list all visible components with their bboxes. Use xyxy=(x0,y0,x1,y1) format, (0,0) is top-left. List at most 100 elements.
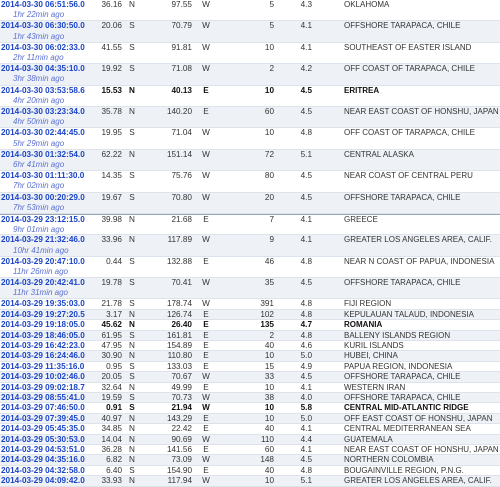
region-cell: OFF COAST OF TARAPACA, CHILE xyxy=(344,128,475,138)
datetime-link[interactable]: 2014-03-30 01:32:54.0 xyxy=(1,150,86,160)
time-ago: 7hr 53min ago xyxy=(13,202,65,212)
longitude-cell: 151.14 xyxy=(166,149,192,159)
table-row[interactable]: 2014-03-29 04:53:51.0 36.28 N 141.56 E 6… xyxy=(0,444,500,456)
table-row[interactable]: 2014-03-30 06:02:33.0 2hr 11min ago 41.5… xyxy=(0,43,500,65)
region-cell: OFFSHORE TARAPACA, CHILE xyxy=(344,192,461,202)
table-row[interactable]: 2014-03-30 00:20:29.0 7hr 53min ago 19.6… xyxy=(0,192,500,214)
datetime-link[interactable]: 2014-03-29 23:12:15.0 xyxy=(1,215,86,225)
datetime-link[interactable]: 2014-03-29 04:09:42.0 xyxy=(1,476,86,486)
datetime-cell: 2014-03-29 04:32:58.0 xyxy=(0,466,86,476)
datetime-cell: 2014-03-29 23:12:15.0 9hr 01min ago xyxy=(0,215,86,235)
datetime-link[interactable]: 2014-03-30 02:44:45.0 xyxy=(1,128,86,138)
datetime-link[interactable]: 2014-03-30 03:23:34.0 xyxy=(1,107,86,117)
magnitude-cell: 4.8 xyxy=(300,309,312,319)
datetime-link[interactable]: 2014-03-29 05:45:35.0 xyxy=(1,424,86,434)
datetime-link[interactable]: 2014-03-29 10:02:46.0 xyxy=(1,372,86,382)
table-row[interactable]: 2014-03-29 07:46:50.0 0.91 S 21.94 W 10 … xyxy=(0,403,500,414)
table-row[interactable]: 2014-03-29 09:02:18.7 32.64 N 49.99 E 10… xyxy=(0,383,500,393)
table-row[interactable]: 2014-03-30 01:11:30.0 7hr 02min ago 14.3… xyxy=(0,171,500,193)
datetime-link[interactable]: 2014-03-29 16:24:46.0 xyxy=(1,351,86,361)
depth-cell: 102 xyxy=(260,309,274,319)
datetime-link[interactable]: 2014-03-30 06:51:56.0 xyxy=(1,0,86,10)
table-row[interactable]: 2014-03-29 16:24:46.0 30.90 N 110.80 E 1… xyxy=(0,351,500,362)
table-row[interactable]: 2014-03-29 16:42:23.0 47.95 N 154.89 E 4… xyxy=(0,341,500,352)
magnitude-cell: 4.5 xyxy=(300,106,312,116)
datetime-cell: 2014-03-29 10:02:46.0 xyxy=(0,372,86,382)
region-cell: PAPUA REGION, INDONESIA xyxy=(344,361,453,371)
lat-hemisphere-cell: N xyxy=(129,341,135,351)
table-row[interactable]: 2014-03-29 08:55:41.0 19.59 S 70.73 W 38… xyxy=(0,392,500,404)
datetime-link[interactable]: 2014-03-29 08:55:41.0 xyxy=(1,393,86,403)
table-row[interactable]: 2014-03-30 03:23:34.0 4hr 50min ago 35.7… xyxy=(0,106,500,129)
table-row[interactable]: 2014-03-29 05:30:53.0 14.04 N 90.69 W 11… xyxy=(0,434,500,445)
time-ago: 11hr 31min ago xyxy=(13,288,68,298)
time-ago: 7hr 02min ago xyxy=(13,181,65,191)
datetime-link[interactable]: 2014-03-29 09:02:18.7 xyxy=(1,383,86,393)
datetime-link[interactable]: 2014-03-29 19:35:03.0 xyxy=(1,299,86,309)
datetime-cell: 2014-03-29 07:46:50.0 xyxy=(0,403,86,413)
table-row[interactable]: 2014-03-30 01:32:54.0 6hr 41min ago 62.2… xyxy=(0,149,500,172)
datetime-link[interactable]: 2014-03-29 11:35:16.0 xyxy=(1,362,86,372)
table-row[interactable]: 2014-03-29 19:35:03.0 21.78 S 178.74 W 3… xyxy=(0,299,500,310)
datetime-link[interactable]: 2014-03-29 16:42:23.0 xyxy=(1,341,86,351)
table-row[interactable]: 2014-03-30 04:35:10.0 3hr 38min ago 19.9… xyxy=(0,64,500,86)
datetime-link[interactable]: 2014-03-30 06:30:50.0 xyxy=(1,21,86,31)
datetime-cell: 2014-03-29 08:55:41.0 xyxy=(0,393,86,403)
datetime-link[interactable]: 2014-03-30 04:35:10.0 xyxy=(1,64,86,74)
table-row[interactable]: 2014-03-30 02:44:45.0 5hr 29min ago 19.9… xyxy=(0,128,500,150)
datetime-link[interactable]: 2014-03-29 19:18:05.0 xyxy=(1,320,86,330)
table-row[interactable]: 2014-03-29 20:47:10.0 11hr 26min ago 0.4… xyxy=(0,256,500,279)
datetime-link[interactable]: 2014-03-30 03:53:58.6 xyxy=(1,86,86,96)
table-row[interactable]: 2014-03-30 06:30:50.0 1hr 43min ago 20.0… xyxy=(0,21,500,43)
lat-hemisphere-cell: N xyxy=(129,106,135,116)
table-row[interactable]: 2014-03-29 23:12:15.0 9hr 01min ago 39.9… xyxy=(0,213,500,236)
latitude-cell: 20.06 xyxy=(101,21,123,31)
datetime-cell: 2014-03-30 04:35:10.0 3hr 38min ago xyxy=(0,64,86,84)
table-row[interactable]: 2014-03-29 11:35:16.0 0.95 S 133.03 E 15… xyxy=(0,361,500,373)
datetime-link[interactable]: 2014-03-29 05:30:53.0 xyxy=(1,435,86,445)
longitude-cell: 26.40 xyxy=(171,320,193,330)
table-row[interactable]: 2014-03-29 04:09:42.0 33.93 N 117.94 W 1… xyxy=(0,476,500,487)
datetime-link[interactable]: 2014-03-29 20:42:41.0 xyxy=(1,278,86,288)
table-row[interactable]: 2014-03-29 04:35:16.0 6.82 N 73.09 W 148… xyxy=(0,455,500,466)
lon-hemisphere-cell: W xyxy=(202,372,210,382)
magnitude-cell: 4.8 xyxy=(300,465,312,475)
datetime-link[interactable]: 2014-03-29 07:39:45.0 xyxy=(1,414,86,424)
datetime-link[interactable]: 2014-03-29 19:27:20.5 xyxy=(1,310,86,320)
datetime-link[interactable]: 2014-03-29 04:32:58.0 xyxy=(1,466,86,476)
lat-hemisphere-cell: N xyxy=(129,455,135,465)
depth-cell: 35 xyxy=(264,278,274,288)
table-row[interactable]: 2014-03-29 18:46:05.0 61.95 S 161.81 E 2… xyxy=(0,330,500,342)
region-cell: ROMANIA xyxy=(344,320,383,330)
longitude-cell: 70.79 xyxy=(171,21,193,31)
table-row[interactable]: 2014-03-29 21:32:46.0 10hr 41min ago 33.… xyxy=(0,235,500,257)
datetime-link[interactable]: 2014-03-29 04:53:51.0 xyxy=(1,445,86,455)
lon-hemisphere-cell: W xyxy=(202,64,210,74)
table-row[interactable]: 2014-03-29 10:02:46.0 20.05 S 70.67 W 33… xyxy=(0,372,500,383)
datetime-link[interactable]: 2014-03-29 18:46:05.0 xyxy=(1,331,86,341)
table-row[interactable]: 2014-03-29 05:45:35.0 34.85 N 22.42 E 40… xyxy=(0,424,500,435)
table-row[interactable]: 2014-03-29 07:39:45.0 40.97 N 143.29 E 1… xyxy=(0,413,500,425)
depth-cell: 60 xyxy=(264,444,274,454)
lon-hemisphere-cell: E xyxy=(203,330,209,340)
datetime-link[interactable]: 2014-03-29 07:46:50.0 xyxy=(1,403,86,413)
datetime-link[interactable]: 2014-03-29 20:47:10.0 xyxy=(1,257,86,267)
latitude-cell: 19.95 xyxy=(101,128,123,138)
table-row[interactable]: 2014-03-29 20:42:41.0 11hr 31min ago 19.… xyxy=(0,278,500,300)
datetime-link[interactable]: 2014-03-30 06:02:33.0 xyxy=(1,43,86,53)
lat-hemisphere-cell: S xyxy=(129,361,135,371)
longitude-cell: 132.88 xyxy=(166,256,192,266)
datetime-link[interactable]: 2014-03-30 01:11:30.0 xyxy=(1,171,86,181)
datetime-link[interactable]: 2014-03-29 04:35:16.0 xyxy=(1,455,86,465)
datetime-link[interactable]: 2014-03-30 00:20:29.0 xyxy=(1,193,86,203)
depth-cell: 110 xyxy=(260,434,274,444)
latitude-cell: 33.93 xyxy=(101,476,123,486)
table-row[interactable]: 2014-03-29 04:32:58.0 6.40 S 154.90 E 40… xyxy=(0,465,500,477)
datetime-link[interactable]: 2014-03-29 21:32:46.0 xyxy=(1,235,86,245)
table-row[interactable]: 2014-03-30 03:53:58.6 4hr 20min ago 15.5… xyxy=(0,86,500,107)
table-row[interactable]: 2014-03-30 06:51:56.0 1hr 22min ago 36.1… xyxy=(0,0,500,22)
table-row[interactable]: 2014-03-29 19:18:05.0 45.62 N 26.40 E 13… xyxy=(0,320,500,331)
table-row[interactable]: 2014-03-29 19:27:20.5 3.17 N 126.74 E 10… xyxy=(0,309,500,321)
longitude-cell: 70.41 xyxy=(171,278,193,288)
datetime-cell: 2014-03-30 02:44:45.0 5hr 29min ago xyxy=(0,128,86,148)
